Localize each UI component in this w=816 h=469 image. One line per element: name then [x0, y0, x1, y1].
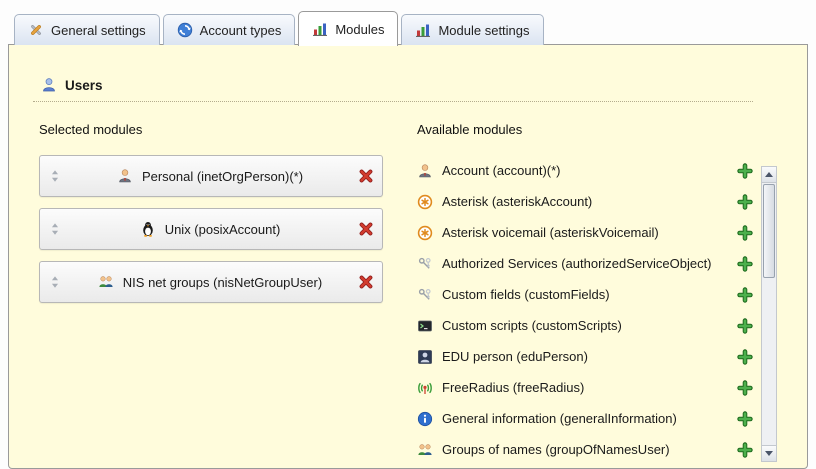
delete-x-icon [358, 274, 374, 290]
add-plus-icon [737, 287, 753, 303]
delete-x-icon [358, 221, 374, 237]
tab-general-settings[interactable]: General settings [14, 14, 160, 45]
arrow-down-icon [765, 451, 773, 456]
available-module-label: Asterisk (asteriskAccount) [442, 194, 728, 209]
add-module-button[interactable] [737, 287, 753, 303]
tab-label: General settings [51, 23, 146, 38]
available-module-label: Authorized Services (authorizedServiceOb… [442, 256, 728, 271]
module-settings-chart-icon [415, 22, 431, 38]
available-module-label: General information (generalInformation) [442, 411, 728, 426]
tab-account-types[interactable]: Account types [163, 14, 296, 45]
add-plus-icon [737, 163, 753, 179]
available-module-row: Custom fields (customFields) [417, 279, 753, 310]
tab-label: Module settings [438, 23, 529, 38]
available-module-row: Asterisk voicemail (asteriskVoicemail) [417, 217, 753, 248]
antenna-icon [417, 380, 433, 396]
scroll-up-button[interactable] [762, 167, 776, 183]
modules-chart-icon [312, 21, 328, 37]
selected-module-label: Unix (posixAccount) [165, 222, 281, 237]
add-plus-icon [737, 442, 753, 458]
available-module-row: EDU person (eduPerson) [417, 341, 753, 372]
available-module-row: Custom scripts (customScripts) [417, 310, 753, 341]
add-plus-icon [737, 349, 753, 365]
wrench-icon [28, 22, 44, 38]
add-plus-icon [737, 411, 753, 427]
remove-module-button[interactable] [358, 221, 374, 237]
available-module-row: Asterisk (asteriskAccount) [417, 186, 753, 217]
add-module-button[interactable] [737, 411, 753, 427]
terminal-icon [417, 318, 433, 334]
delete-x-icon [358, 168, 374, 184]
add-module-button[interactable] [737, 349, 753, 365]
available-module-row: Authorized Services (authorizedServiceOb… [417, 248, 753, 279]
add-plus-icon [737, 318, 753, 334]
tab-label: Account types [200, 23, 282, 38]
add-module-button[interactable] [737, 163, 753, 179]
refresh-gear-icon [177, 22, 193, 38]
scrollbar-thumb[interactable] [763, 184, 775, 278]
section-divider [33, 101, 753, 102]
available-modules-column: Available modules Account (account)(*) A… [417, 122, 753, 465]
selected-module-row[interactable]: Unix (posixAccount) [39, 208, 383, 250]
keys-icon [417, 287, 433, 303]
tab-bar: General settings Account types Modules M… [14, 10, 544, 45]
available-modules-scrollbar[interactable] [761, 166, 777, 462]
available-module-row: FreeRadius (freeRadius) [417, 372, 753, 403]
info-icon [417, 411, 433, 427]
selected-module-row[interactable]: NIS net groups (nisNetGroupUser) [39, 261, 383, 303]
tab-label: Modules [335, 22, 384, 37]
add-module-button[interactable] [737, 318, 753, 334]
remove-module-button[interactable] [358, 168, 374, 184]
users-section-header: Users [41, 77, 753, 93]
edu-person-icon [417, 349, 433, 365]
available-module-label: Custom scripts (customScripts) [442, 318, 728, 333]
group-icon [98, 274, 114, 290]
add-module-button[interactable] [737, 194, 753, 210]
available-module-label: EDU person (eduPerson) [442, 349, 728, 364]
add-plus-icon [737, 256, 753, 272]
person-icon [117, 168, 133, 184]
add-module-button[interactable] [737, 442, 753, 458]
group-icon [417, 442, 433, 458]
selected-module-label: Personal (inetOrgPerson)(*) [142, 169, 303, 184]
available-module-label: Custom fields (customFields) [442, 287, 728, 302]
selected-module-row[interactable]: Personal (inetOrgPerson)(*) [39, 155, 383, 197]
tab-module-settings[interactable]: Module settings [401, 14, 543, 45]
add-plus-icon [737, 380, 753, 396]
selected-modules-column: Selected modules Personal (inetOrgPerson… [39, 122, 383, 314]
available-modules-heading: Available modules [417, 122, 753, 137]
users-icon [41, 77, 57, 93]
available-module-label: Account (account)(*) [442, 163, 728, 178]
add-module-button[interactable] [737, 380, 753, 396]
keys-icon [417, 256, 433, 272]
available-module-label: Groups of names (groupOfNamesUser) [442, 442, 728, 457]
available-module-row: General information (generalInformation) [417, 403, 753, 434]
person-icon [417, 163, 433, 179]
modules-panel: Users Selected modules Personal (inetOrg… [8, 44, 808, 469]
asterisk-icon [417, 194, 433, 210]
add-module-button[interactable] [737, 256, 753, 272]
penguin-icon [140, 221, 156, 237]
arrow-up-icon [765, 172, 773, 177]
add-plus-icon [737, 225, 753, 241]
scroll-down-button[interactable] [762, 445, 776, 461]
tab-modules[interactable]: Modules [298, 11, 398, 46]
asterisk-icon [417, 225, 433, 241]
remove-module-button[interactable] [358, 274, 374, 290]
add-module-button[interactable] [737, 225, 753, 241]
selected-module-label: NIS net groups (nisNetGroupUser) [123, 275, 322, 290]
drag-handle-icon[interactable] [48, 169, 62, 183]
available-module-label: FreeRadius (freeRadius) [442, 380, 728, 395]
add-plus-icon [737, 194, 753, 210]
selected-modules-heading: Selected modules [39, 122, 383, 137]
drag-handle-icon[interactable] [48, 222, 62, 236]
section-title: Users [65, 78, 103, 93]
available-module-row: Groups of names (groupOfNamesUser) [417, 434, 753, 465]
drag-handle-icon[interactable] [48, 275, 62, 289]
available-module-row: Account (account)(*) [417, 155, 753, 186]
available-module-label: Asterisk voicemail (asteriskVoicemail) [442, 225, 728, 240]
